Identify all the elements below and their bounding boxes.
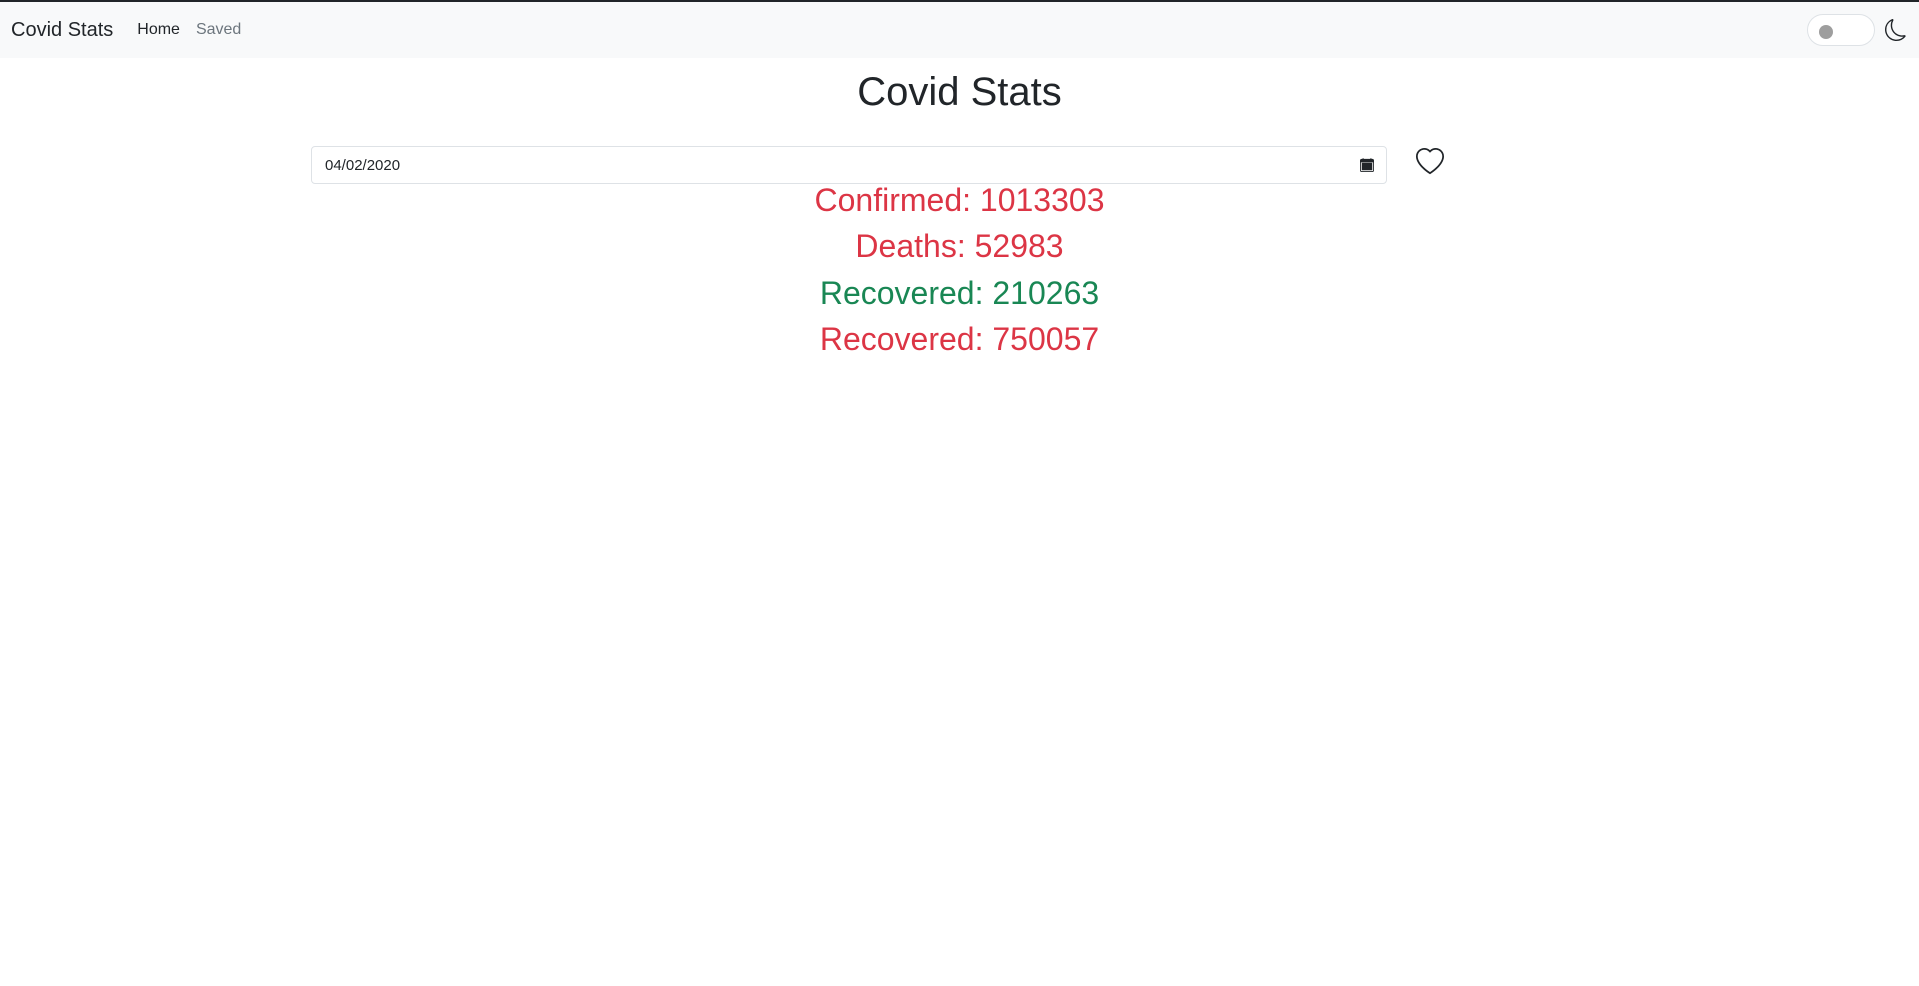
heart-icon[interactable] <box>1416 148 1444 176</box>
calendar-icon[interactable] <box>1360 158 1374 172</box>
nav-link-saved[interactable]: Saved <box>196 21 241 39</box>
navbar-brand[interactable]: Covid Stats <box>11 19 113 42</box>
nav-link-home[interactable]: Home <box>137 21 180 39</box>
page-title: Covid Stats <box>857 70 1062 114</box>
toggle-knob <box>1819 25 1833 39</box>
navbar: Covid Stats Home Saved <box>0 2 1919 58</box>
date-input-value: 04/02/2020 <box>325 156 401 174</box>
stat-recovered: Recovered: 210263 <box>819 275 1100 311</box>
moon-icon <box>1885 19 1906 41</box>
navbar-controls <box>1807 2 1907 58</box>
stat-confirmed: Confirmed: 1013303 <box>814 182 1105 218</box>
date-input[interactable]: 04/02/2020 <box>311 146 1387 184</box>
stat-deaths: Deaths: 52983 <box>855 228 1064 264</box>
theme-toggle-switch[interactable] <box>1807 14 1875 46</box>
stat-recovered-second: Recovered: 750057 <box>819 321 1100 357</box>
nav-links: Home Saved <box>137 21 241 39</box>
